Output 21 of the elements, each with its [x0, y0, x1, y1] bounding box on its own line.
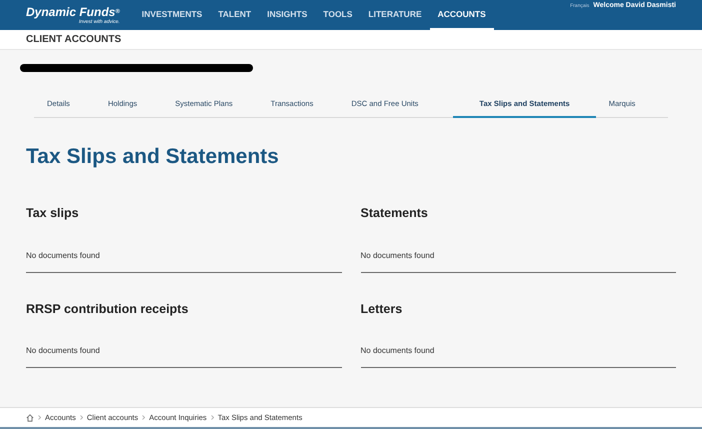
chevron-icon [142, 415, 146, 420]
nav-item[interactable]: INVESTMENTS [134, 0, 210, 30]
empty-message: No documents found [26, 346, 100, 355]
page-title: Tax Slips and Statements [26, 146, 280, 167]
panel-title: Statements [360, 207, 429, 220]
panel-title: RRSP contribution receipts [26, 302, 190, 315]
panel-title: Letters [360, 302, 404, 315]
panel-title: Tax slips [26, 207, 80, 220]
section-title: CLIENT ACCOUNTS [26, 33, 122, 47]
nav-item[interactable]: TALENT [210, 0, 260, 30]
chevron-icon [38, 415, 41, 420]
empty-message: No documents found [360, 346, 434, 355]
empty-message: No documents found [26, 250, 100, 260]
home-icon[interactable] [26, 414, 34, 422]
nav-item[interactable]: TOOLS [315, 0, 360, 30]
logo[interactable]: Dynamic Funds$^{®}$ [26, 6, 120, 18]
nav-item[interactable]: INSIGHTS [259, 0, 316, 30]
chevron-icon [80, 415, 83, 420]
nav-item[interactable]: LITERATURE [360, 0, 430, 30]
empty-message: No documents found [360, 250, 434, 260]
chevron-icon [210, 415, 214, 420]
